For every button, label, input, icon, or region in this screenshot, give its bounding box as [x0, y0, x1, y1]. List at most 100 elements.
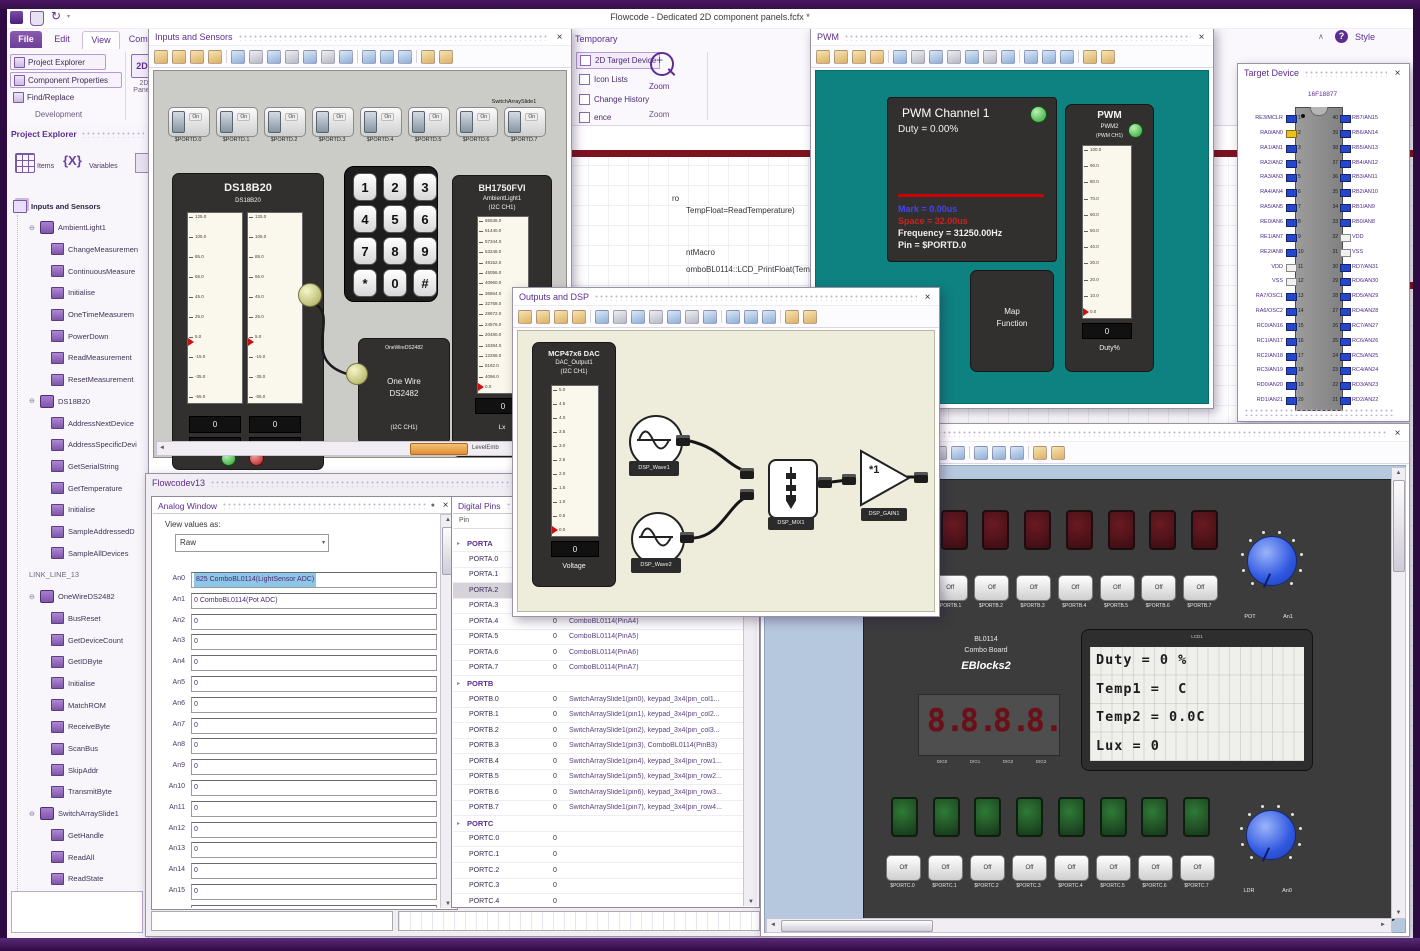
tree-item-samplealldevices[interactable]: SampleAllDevices — [51, 545, 142, 561]
analog-row-field-an12[interactable]: 0 — [191, 821, 437, 838]
scroll-down-icon[interactable]: ▼ — [1392, 910, 1405, 916]
digital-row-porta-6[interactable]: PORTA.6 0 ComboBL0114(PinA6) — [453, 645, 743, 661]
view-toggle-2d-target-device[interactable]: 2D Target Device — [576, 52, 661, 69]
tree-item-receivebyte[interactable]: ReceiveByte — [51, 719, 142, 735]
analog-window[interactable]: Analog Window ● × View values as: Raw ▾ … — [151, 496, 458, 910]
close-icon[interactable]: × — [1196, 32, 1207, 43]
tree-item-initialise[interactable]: Initialise — [51, 675, 142, 691]
ribbon-collapse-icon[interactable]: ∧ — [1318, 32, 1324, 41]
port-c-button-4[interactable]: Off — [1054, 855, 1089, 881]
chip-body[interactable] — [1295, 107, 1343, 411]
toolbar-icon[interactable] — [518, 309, 532, 324]
toolbar-icon[interactable] — [785, 309, 799, 324]
toolbar-icon[interactable] — [744, 309, 758, 324]
port-c-button-1[interactable]: Off — [928, 855, 963, 881]
toolbar-icon[interactable] — [951, 445, 965, 460]
digital-row-portc-4[interactable]: PORTC.4 0 — [453, 894, 743, 906]
onewire-panel[interactable]: OneWireDS2482 One Wire DS2482 (I2C CH1) — [358, 338, 450, 445]
toolbar-icon[interactable] — [852, 49, 866, 64]
toolbar-icon[interactable] — [1010, 445, 1024, 460]
port-b-button-4[interactable]: Off — [1057, 575, 1093, 601]
analog-row-field-an11[interactable]: 0 — [191, 800, 437, 817]
toggle-switch-3[interactable]: On — [312, 107, 354, 137]
tree-item-addressspecificdevi[interactable]: AddressSpecificDevi — [51, 437, 142, 453]
toolbar-icon[interactable] — [613, 309, 627, 324]
analog-row-field-an4[interactable]: 0 — [191, 655, 437, 672]
collapsed-panel-dots[interactable] — [1244, 408, 1394, 416]
toolbar-icon[interactable] — [631, 309, 645, 324]
switch-lever[interactable] — [364, 111, 377, 133]
switch-lever[interactable] — [460, 111, 473, 133]
tree-item-inputs-and-sensors[interactable]: Inputs and Sensors — [13, 198, 142, 214]
toolbar-icon[interactable] — [398, 49, 412, 64]
analog-row-field-an10[interactable]: 0 — [191, 780, 437, 796]
ribbon-tab-view[interactable]: View — [82, 31, 120, 49]
digital-row-portb-6[interactable]: PORTB.6 0 SwitchArraySlide1(pin6), keypad_… — [453, 785, 743, 801]
analog-row-field-an13[interactable]: 0 — [191, 842, 437, 859]
onewire-node-icon[interactable] — [298, 283, 322, 307]
pwm-channel-box[interactable]: PWM Channel 1 Duty = 0.00% Mark = 0.00us… — [887, 97, 1057, 262]
tree-item-changemeasuremen[interactable]: ChangeMeasuremen — [51, 241, 142, 257]
toolbar-icon[interactable] — [649, 309, 663, 324]
pot-knob[interactable] — [1241, 530, 1303, 588]
toolbar-icon[interactable] — [362, 49, 376, 64]
toolbar-icon[interactable] — [321, 49, 335, 64]
group-expand-icon[interactable]: ▸ — [457, 680, 460, 687]
tree-item-resetmeasurement[interactable]: ResetMeasurement — [51, 372, 142, 388]
inputs-sensors-window[interactable]: Inputs and Sensors × DS18B20 DS18B20 0 0… — [148, 27, 572, 475]
port-b-button-2[interactable]: Off — [974, 575, 1010, 601]
keypad-key-1[interactable]: 1 — [353, 173, 377, 201]
analog-row-field-an15[interactable]: 0 — [191, 884, 437, 900]
undo-icon[interactable]: ↻ — [51, 9, 61, 23]
toolbar-icon[interactable] — [911, 49, 925, 64]
save-icon[interactable] — [30, 11, 44, 26]
toolbar-icon[interactable] — [595, 309, 609, 324]
toolbar-icon[interactable] — [1083, 49, 1097, 64]
help-icon[interactable]: ? — [1335, 30, 1348, 43]
tree-item-gethandle[interactable]: GetHandle — [51, 827, 142, 843]
view-toggle-icon-lists[interactable]: Icon Lists — [576, 72, 631, 87]
toolbar-icon[interactable] — [267, 49, 281, 64]
tree-item-initialise[interactable]: Initialise — [51, 502, 142, 518]
tree-item-onetimemeasurem[interactable]: OneTimeMeasurem — [51, 307, 142, 323]
pin-icon[interactable]: ● — [431, 502, 435, 509]
outputs-dsp-window[interactable]: Outputs and DSP × MCP47x6 DAC DAC_Output… — [512, 287, 940, 617]
close-icon[interactable]: × — [554, 32, 565, 43]
port-c-button-0[interactable]: Off — [886, 855, 921, 881]
toolbar-icon[interactable] — [726, 309, 740, 324]
ribbon-tab-file[interactable]: File — [10, 31, 42, 48]
analog-row-field-an8[interactable]: 0 — [191, 738, 437, 755]
digital-row-portb-7[interactable]: PORTB.7 0 SwitchArraySlide1(pin7), keypad_… — [453, 800, 743, 817]
analog-row-field-an3[interactable]: 0 — [191, 634, 437, 651]
ds18b20-panel[interactable]: DS18B20 DS18B20 0 0 125.0 105.0 85.0 65.0 45… — [172, 173, 324, 470]
toolbar-icon[interactable] — [685, 309, 699, 324]
toolbar-icon[interactable] — [1060, 49, 1074, 64]
panel-icon-partial[interactable] — [135, 153, 149, 173]
horizontal-scrollbar[interactable]: ◄ ► LevelEmb — [156, 441, 566, 456]
toolbar-icon[interactable] — [572, 309, 586, 324]
expander-icon[interactable]: ⊖ — [29, 810, 36, 818]
toolbar-icon[interactable] — [870, 49, 884, 64]
tree-item-getidbyte[interactable]: GetIDByte — [51, 654, 142, 670]
keypad-key-5[interactable]: 5 — [383, 205, 407, 233]
view-toggle-change-history[interactable]: Change History — [576, 92, 652, 107]
digital-row-portb-1[interactable]: PORTB.1 0 SwitchArraySlide1(pin1), keypad_… — [453, 707, 743, 724]
analog-row-field-an7[interactable]: 0 — [191, 717, 437, 734]
toolbar-icon[interactable] — [965, 49, 979, 64]
toolbar-icon[interactable] — [667, 309, 681, 324]
dsp-mix-component[interactable] — [768, 459, 818, 519]
tree-item-busreset[interactable]: BusReset — [51, 610, 142, 626]
toolbar-icon[interactable] — [974, 445, 988, 460]
toolbar-icon[interactable] — [834, 49, 848, 64]
switch-lever[interactable] — [412, 111, 425, 133]
toolbar-icon[interactable] — [803, 309, 817, 324]
toolbar-icon[interactable] — [303, 49, 317, 64]
digital-row-portb-3[interactable]: PORTB.3 0 SwitchArraySlide1(pin3), ComboBL… — [453, 738, 743, 755]
toolbar-icon[interactable] — [285, 49, 299, 64]
tree-item-ds18b20[interactable]: ⊖ DS18B20 — [29, 393, 142, 409]
ribbon-tab-edit[interactable]: Edit — [46, 31, 78, 48]
port-c-button-3[interactable]: Off — [1012, 855, 1047, 881]
toggle-switch-7[interactable]: On — [504, 107, 546, 137]
digital-row-portc-0[interactable]: PORTC.0 0 — [453, 831, 743, 848]
toggle-switch-6[interactable]: On — [456, 107, 498, 137]
